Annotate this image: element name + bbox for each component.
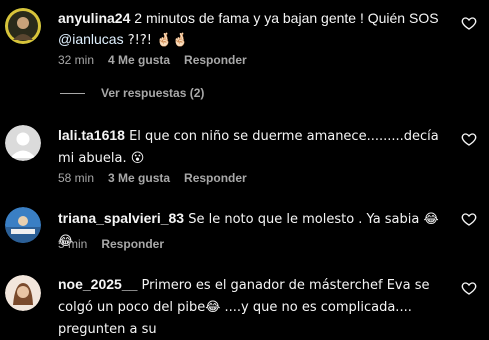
- heart-icon[interactable]: [461, 280, 477, 296]
- comment-username[interactable]: noe_2025__: [58, 276, 137, 292]
- avatar[interactable]: [5, 275, 41, 311]
- mention-link[interactable]: @ianlucas: [58, 31, 124, 47]
- default-avatar-icon[interactable]: [5, 125, 41, 161]
- comment-time: 32 min: [58, 53, 95, 67]
- comment-username[interactable]: lali.ta1618: [58, 127, 125, 143]
- reply-button[interactable]: Responder: [184, 171, 247, 185]
- likes-count[interactable]: 4 Me gusta: [108, 53, 170, 67]
- comment-meta: 58 min 3 Me gusta Responder: [58, 171, 247, 185]
- heart-icon[interactable]: [461, 211, 477, 227]
- comment-username[interactable]: triana_spalvieri_83: [58, 210, 184, 226]
- reply-button[interactable]: Responder: [101, 237, 164, 251]
- comment-time: 5 min: [58, 237, 88, 251]
- avatar[interactable]: [5, 207, 41, 243]
- avatar[interactable]: [5, 8, 41, 44]
- heart-icon[interactable]: [461, 131, 477, 147]
- comment-text: anyulina24 2 minutos de fama y ya bajan …: [58, 10, 439, 48]
- comment-text: lali.ta1618 El que con niño se duerme am…: [58, 127, 439, 166]
- heart-icon[interactable]: [461, 15, 477, 31]
- comment-username[interactable]: anyulina24: [58, 10, 130, 26]
- comment-text: noe_2025__ Primero es el ganador de mást…: [58, 276, 430, 337]
- comment-time: 58 min: [58, 171, 95, 185]
- likes-count[interactable]: 3 Me gusta: [108, 171, 170, 185]
- reply-button[interactable]: Responder: [184, 53, 247, 67]
- view-replies-button[interactable]: Ver respuestas (2): [60, 86, 204, 100]
- comment-meta: 32 min 4 Me gusta Responder: [58, 53, 247, 67]
- replies-divider: [60, 92, 85, 94]
- comment-meta: 5 min Responder: [58, 237, 164, 251]
